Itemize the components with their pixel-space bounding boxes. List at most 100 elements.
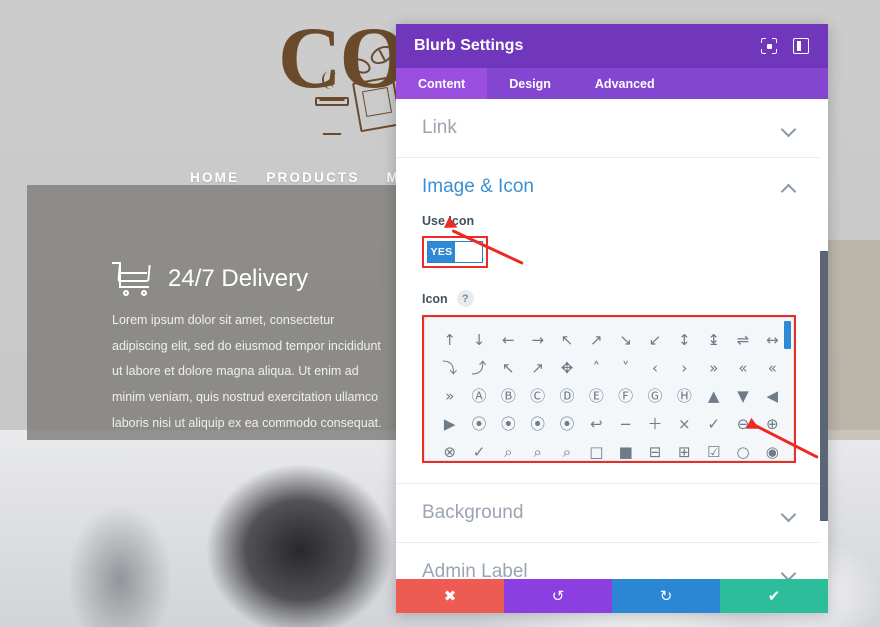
icon-option-32[interactable]: Ⓗ bbox=[670, 382, 699, 410]
tab-design[interactable]: Design bbox=[487, 68, 573, 99]
icon-option-53[interactable]: □ bbox=[582, 438, 611, 460]
icon-option-14[interactable]: ↖ bbox=[494, 354, 523, 382]
section-background[interactable]: Background bbox=[396, 483, 822, 543]
icon-option-46[interactable]: ⊖ bbox=[728, 410, 757, 438]
modal-body: Link Image & Icon Use Icon YES Icon ? ↑ … bbox=[396, 99, 828, 579]
section-link-label: Link bbox=[422, 117, 457, 138]
icon-option-37[interactable]: ⦿ bbox=[464, 410, 493, 438]
icon-option-57[interactable]: ☑ bbox=[699, 438, 728, 460]
use-icon-toggle-highlight: YES bbox=[422, 236, 488, 268]
icon-option-58[interactable]: ○ bbox=[728, 438, 757, 460]
icon-option-29[interactable]: Ⓔ bbox=[582, 382, 611, 410]
section-image-and-icon[interactable]: Image & Icon bbox=[396, 158, 822, 204]
modal-title: Blurb Settings bbox=[414, 37, 524, 54]
icon-option-12[interactable]: ⤵ bbox=[435, 354, 464, 382]
icon-option-45[interactable]: ✓ bbox=[699, 410, 728, 438]
icon-option-50[interactable]: ⌕ bbox=[494, 438, 523, 460]
icon-option-17[interactable]: ˄ bbox=[582, 354, 611, 382]
icon-option-51[interactable]: ⌕ bbox=[523, 438, 552, 460]
icon-picker[interactable]: ↑ ↓ ← → ↖ ↗ ↘ ↙ ↕ ↨ ⇌ ↔ ⤵ ⤴ ↖ ↗ ✥ ˄ ˅ ‹ ›» ««» Ⓐ Ⓑ Ⓒ Ⓓ Ⓔ Ⓕ Ⓖ Ⓗ ▲ ▼ ◀ ▶ ⦿ ⦿ ⦿… bbox=[424, 317, 794, 461]
icon-option-56[interactable]: ⊞ bbox=[670, 438, 699, 460]
icon-option-19[interactable]: ‹ bbox=[640, 354, 669, 382]
panel-layout-icon[interactable] bbox=[792, 37, 810, 55]
section-admin-label-label: Admin Label bbox=[422, 561, 528, 579]
icon-option-38[interactable]: ⦿ bbox=[494, 410, 523, 438]
icon-option-23[interactable]: « bbox=[758, 354, 787, 382]
icon-option-54[interactable]: ■ bbox=[611, 438, 640, 460]
icon-option-18[interactable]: ˅ bbox=[611, 354, 640, 382]
icon-option-5[interactable]: ↗ bbox=[582, 326, 611, 354]
icon-option-8[interactable]: ↕ bbox=[670, 326, 699, 354]
icon-option-55[interactable]: ⊟ bbox=[640, 438, 669, 460]
icon-option-24[interactable]: » bbox=[435, 382, 464, 410]
icon-option-0[interactable]: ↑ bbox=[435, 326, 464, 354]
icon-option-44[interactable]: × bbox=[670, 410, 699, 438]
icon-option-52[interactable]: ⌕ bbox=[552, 438, 581, 460]
shopping-cart-icon bbox=[112, 262, 154, 296]
help-icon[interactable]: ? bbox=[456, 290, 474, 307]
icon-option-27[interactable]: Ⓒ bbox=[523, 382, 552, 410]
modal-scrollbar[interactable] bbox=[820, 99, 828, 579]
icon-option-7[interactable]: ↙ bbox=[640, 326, 669, 354]
blurb-title: 24/7 Delivery bbox=[168, 265, 309, 292]
icon-option-20[interactable]: › bbox=[670, 354, 699, 382]
redo-button[interactable]: ↻ bbox=[612, 579, 720, 613]
nav-item-products[interactable]: PRODUCTS bbox=[266, 170, 359, 185]
section-admin-label[interactable]: Admin Label bbox=[396, 543, 822, 579]
blurb-module[interactable]: 24/7 Delivery Lorem ipsum dolor sit amet… bbox=[112, 262, 382, 436]
close-button[interactable]: ✖ bbox=[396, 579, 504, 613]
section-background-label: Background bbox=[422, 502, 524, 523]
icon-option-40[interactable]: ⦿ bbox=[552, 410, 581, 438]
icon-option-26[interactable]: Ⓑ bbox=[494, 382, 523, 410]
icon-option-16[interactable]: ✥ bbox=[552, 354, 581, 382]
icon-option-59[interactable]: ◉ bbox=[758, 438, 787, 460]
icon-option-15[interactable]: ↗ bbox=[523, 354, 552, 382]
field-icon: Icon ? bbox=[396, 272, 822, 307]
icon-picker-scrollbar-thumb[interactable] bbox=[784, 321, 791, 349]
icon-option-10[interactable]: ⇌ bbox=[728, 326, 757, 354]
save-button[interactable]: ✔ bbox=[720, 579, 828, 613]
icon-option-41[interactable]: ↩ bbox=[582, 410, 611, 438]
screen: CO HOME PRODUCTS MENU bbox=[0, 0, 880, 627]
undo-button[interactable]: ↺ bbox=[504, 579, 612, 613]
use-icon-toggle[interactable]: YES bbox=[427, 241, 483, 263]
icon-option-36[interactable]: ▶ bbox=[435, 410, 464, 438]
icon-option-28[interactable]: Ⓓ bbox=[552, 382, 581, 410]
icon-option-49[interactable]: ✓ bbox=[464, 438, 493, 460]
logo-grinder-inner bbox=[361, 86, 393, 118]
tab-advanced[interactable]: Advanced bbox=[573, 68, 677, 99]
icon-option-35[interactable]: ◀ bbox=[758, 382, 787, 410]
modal-header: Blurb Settings bbox=[396, 24, 828, 68]
icon-option-47[interactable]: ⊕ bbox=[758, 410, 787, 438]
icon-option-21[interactable]: » bbox=[699, 354, 728, 382]
icon-option-3[interactable]: → bbox=[523, 326, 552, 354]
icon-option-13[interactable]: ⤴ bbox=[464, 354, 493, 382]
section-link[interactable]: Link bbox=[396, 99, 822, 158]
icon-option-34[interactable]: ▼ bbox=[728, 382, 757, 410]
icon-option-9[interactable]: ↨ bbox=[699, 326, 728, 354]
modal-footer: ✖ ↺ ↻ ✔ bbox=[396, 579, 828, 613]
tab-content[interactable]: Content bbox=[396, 68, 488, 99]
icon-option-48[interactable]: ⊗ bbox=[435, 438, 464, 460]
icon-option-22[interactable]: « bbox=[728, 354, 757, 382]
modal-scrollbar-thumb[interactable] bbox=[820, 251, 828, 521]
icon-option-6[interactable]: ↘ bbox=[611, 326, 640, 354]
icon-option-30[interactable]: Ⓕ bbox=[611, 382, 640, 410]
modal-tabs: Content Design Advanced bbox=[396, 68, 828, 99]
icon-option-4[interactable]: ↖ bbox=[552, 326, 581, 354]
use-icon-label: Use Icon bbox=[422, 214, 475, 228]
blurb-settings-modal: Blurb Settings Content Design Advanced L… bbox=[396, 24, 828, 613]
use-icon-toggle-value: YES bbox=[428, 242, 455, 262]
icon-option-2[interactable]: ← bbox=[494, 326, 523, 354]
field-use-icon: Use Icon YES bbox=[396, 204, 822, 272]
icon-option-31[interactable]: Ⓖ bbox=[640, 382, 669, 410]
icon-option-42[interactable]: − bbox=[611, 410, 640, 438]
fullscreen-icon[interactable] bbox=[760, 37, 778, 55]
icon-option-43[interactable]: ＋ bbox=[640, 410, 669, 438]
icon-option-1[interactable]: ↓ bbox=[464, 326, 493, 354]
nav-item-home[interactable]: HOME bbox=[190, 170, 239, 185]
icon-option-11[interactable]: ↔ bbox=[758, 326, 787, 354]
icon-option-25[interactable]: Ⓐ bbox=[464, 382, 493, 410]
icon-option-39[interactable]: ⦿ bbox=[523, 410, 552, 438]
icon-option-33[interactable]: ▲ bbox=[699, 382, 728, 410]
